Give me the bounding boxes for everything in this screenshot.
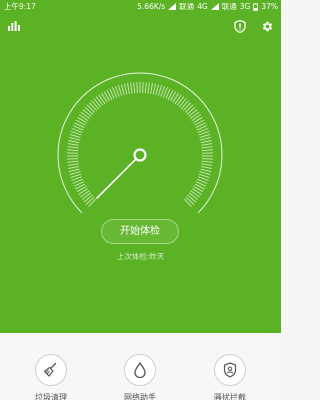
dial-tick (182, 102, 192, 111)
dial-tick (144, 82, 147, 94)
dial-tick (67, 160, 79, 163)
dial-tick (130, 82, 133, 94)
dial-tick (67, 158, 79, 160)
dial-tick (69, 134, 81, 138)
dial-tick (78, 188, 89, 195)
dial-tick (191, 188, 202, 195)
dial-tick (155, 84, 159, 96)
dial-tick (200, 168, 212, 172)
dial-tick (147, 82, 150, 94)
dial-tick (127, 82, 130, 94)
dial-tick (172, 92, 179, 103)
dial-tick (83, 194, 93, 203)
dial-tick (174, 94, 182, 105)
dial-tick (185, 196, 195, 205)
dial-tick (190, 190, 200, 198)
dial-tick (200, 166, 212, 169)
dial-tick (80, 111, 91, 119)
dial-tick (121, 84, 125, 96)
dial-tick (201, 160, 213, 163)
dial-tick (88, 198, 97, 207)
dial-tick (86, 104, 96, 113)
tool-network-assistant[interactable]: 网络助手 (105, 354, 175, 400)
dial-tick (88, 102, 98, 111)
last-checkup-text: 上次体检:昨天 (116, 252, 165, 261)
dial-tick (201, 163, 213, 166)
dial-tick (157, 85, 162, 96)
tool-label: 骚扰拦截 (214, 393, 246, 400)
dial-tick (80, 190, 90, 198)
dial-tick (188, 192, 199, 200)
shield-person-icon (223, 362, 237, 378)
dial-tick (68, 166, 80, 169)
dial-tick (199, 171, 211, 175)
tool-label: 垃圾清理 (35, 393, 67, 400)
dial-tick (189, 111, 200, 119)
speed-dial (57, 72, 223, 214)
tool-label: 网络助手 (124, 393, 156, 400)
dial-tick (198, 173, 210, 178)
droplet-icon (134, 362, 146, 378)
dial-tick (93, 98, 102, 108)
dial-tick (124, 83, 128, 95)
dial-tick (67, 143, 79, 146)
dial-tick (199, 134, 211, 138)
tool-harassment-block[interactable]: 骚扰拦截 (195, 354, 265, 400)
tool-junk-cleanup[interactable]: 垃圾清理 (16, 354, 86, 400)
dial-tick (68, 140, 80, 144)
dial-tick (186, 106, 196, 115)
dial-hub (133, 148, 147, 162)
dial-tick (98, 94, 106, 105)
dial-tick (201, 158, 213, 160)
dial-tick (67, 146, 79, 149)
dial-tick (67, 149, 79, 152)
broom-icon (43, 362, 57, 377)
dial-tick (70, 173, 82, 178)
dial-tick (133, 82, 136, 94)
dial-tick (118, 85, 123, 96)
security-center-screen: 上午9:17 5.66K/s 联通 4G 联通 3G 37% 开始体检 上次体检… (0, 0, 281, 400)
dial-tick (176, 96, 185, 106)
start-checkup-button[interactable]: 开始体检 (101, 219, 179, 244)
dial-tick (68, 168, 80, 172)
dial-needle (96, 154, 141, 199)
dial-ticks (67, 82, 213, 207)
dial-tick (188, 109, 198, 117)
dial-tick (180, 100, 189, 110)
dial-tick (150, 82, 153, 94)
dial-tick (85, 196, 95, 205)
dial-tick (201, 149, 213, 152)
dial-tick (178, 98, 187, 108)
dial-tick (184, 104, 194, 113)
dial-tick (191, 114, 202, 122)
dial-tick (183, 198, 192, 207)
dial-tick (200, 137, 211, 141)
dial-tick (82, 109, 92, 117)
dial-tick (78, 114, 89, 122)
dial-tick (200, 140, 212, 144)
dial-tick (69, 137, 80, 141)
dial-tick (84, 106, 94, 115)
dial-tick (81, 192, 92, 200)
dial-tick (152, 83, 156, 95)
dial-tick (101, 92, 108, 103)
dial-tick (201, 143, 213, 146)
dial-tick (69, 171, 81, 175)
tools-panel: 垃圾清理 网络助手 骚扰拦截 (0, 333, 281, 400)
dial-tick (91, 100, 100, 110)
dial-tick (95, 96, 104, 106)
dial-tick (201, 146, 213, 149)
dial-tick (67, 163, 79, 166)
dial-tick (187, 194, 197, 203)
